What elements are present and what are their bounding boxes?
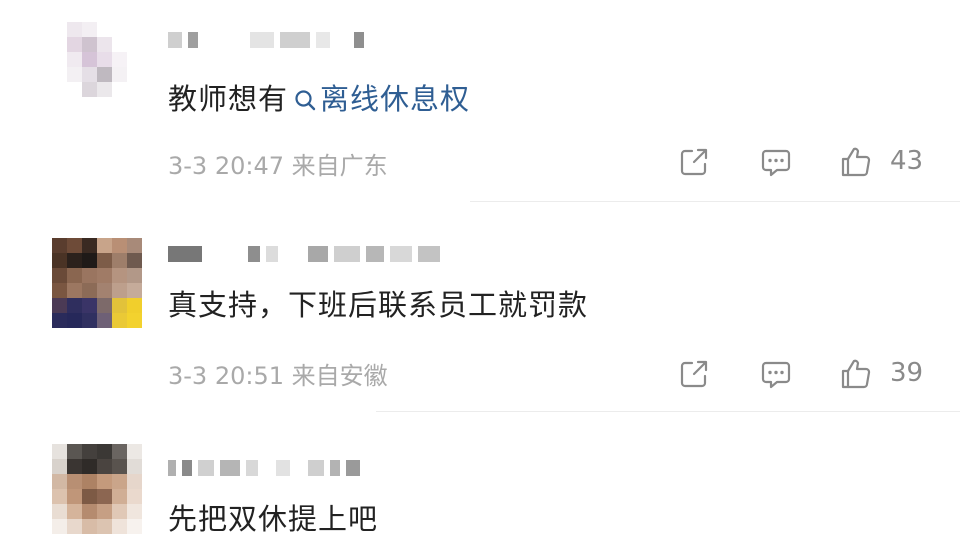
like-count: 39 <box>890 358 924 388</box>
share-icon[interactable] <box>676 356 712 392</box>
comment-item: 真支持，下班后联系员工就罚款 3-3 20:51 来自安徽 39 <box>0 206 960 413</box>
like-count: 43 <box>890 146 924 176</box>
like-icon[interactable] <box>838 144 874 180</box>
like-icon[interactable] <box>838 356 874 392</box>
username-blurred[interactable] <box>168 454 360 482</box>
username-blurred[interactable] <box>168 26 364 54</box>
comment-item: 先把双休提上吧 <box>0 414 960 549</box>
comment-text-prefix: 教师想有 <box>168 82 289 116</box>
comment-text: 真支持，下班后联系员工就罚款 <box>168 288 589 322</box>
comment-text: 教师想有 离线休息权 <box>168 76 470 118</box>
comment-text: 先把双休提上吧 <box>168 502 379 536</box>
comment-meta: 3-3 20:51 来自安徽 <box>168 362 388 390</box>
divider <box>376 411 960 412</box>
avatar[interactable] <box>52 238 142 328</box>
comment-icon[interactable] <box>758 144 794 180</box>
divider <box>470 201 960 202</box>
avatar[interactable] <box>52 444 142 534</box>
username-blurred[interactable] <box>168 240 440 268</box>
avatar[interactable] <box>52 22 142 112</box>
comment-icon[interactable] <box>758 356 794 392</box>
share-icon[interactable] <box>676 144 712 180</box>
topic-link[interactable]: 离线休息权 <box>320 82 470 116</box>
comment-item: 教师想有 离线休息权 3-3 20:47 来自广东 43 <box>0 0 960 205</box>
comment-meta: 3-3 20:47 来自广东 <box>168 152 388 180</box>
search-icon <box>295 90 316 111</box>
